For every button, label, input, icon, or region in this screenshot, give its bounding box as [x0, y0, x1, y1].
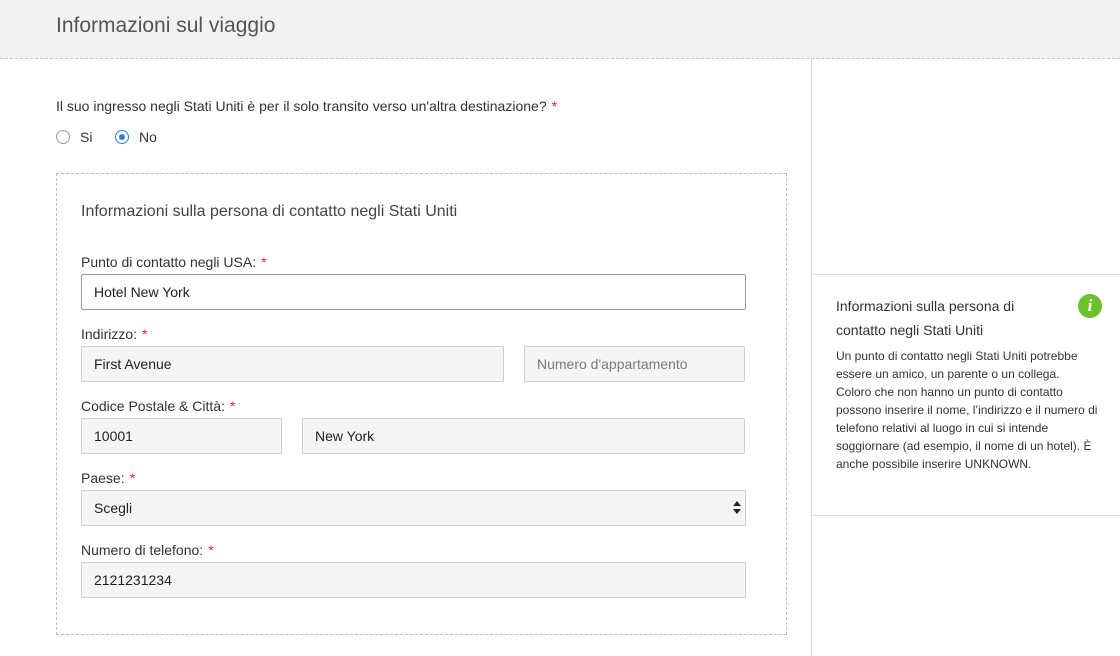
address-label-text: Indirizzo:: [81, 326, 138, 342]
help-panel-title: Informazioni sulla persona di contatto n…: [836, 298, 1015, 338]
radio-button-si[interactable]: [56, 130, 70, 144]
required-marker: *: [261, 254, 267, 270]
country-selected-value: Scegli: [94, 500, 133, 516]
phone-label-text: Numero di telefono:: [81, 542, 204, 558]
page-title: Informazioni sul viaggio: [56, 14, 276, 37]
page-header: Informazioni sul viaggio: [0, 0, 1120, 59]
point-of-contact-label-text: Punto di contatto negli USA:: [81, 254, 257, 270]
help-panel-text: Un punto di contatto negli Stati Uniti p…: [836, 349, 1098, 471]
radio-label-no: No: [139, 129, 157, 145]
country-label-text: Paese:: [81, 470, 125, 486]
point-of-contact-value: Hotel New York: [94, 284, 190, 300]
radio-label-si: Si: [80, 129, 93, 145]
postal-city-label: Codice Postale & Città: *: [81, 398, 235, 414]
city-value: New York: [315, 428, 375, 444]
postal-city-label-text: Codice Postale & Città:: [81, 398, 225, 414]
country-select[interactable]: Scegli: [81, 490, 746, 526]
phone-value: 2121231234: [94, 572, 172, 588]
required-marker: *: [551, 98, 558, 114]
required-marker: *: [142, 326, 148, 342]
address-input[interactable]: First Avenue: [81, 346, 504, 382]
postal-code-value: 10001: [94, 428, 133, 444]
address-label: Indirizzo: *: [81, 326, 147, 342]
phone-input[interactable]: 2121231234: [81, 562, 746, 598]
help-panel: Informazioni sulla persona di contatto n…: [812, 274, 1120, 516]
contact-section-title: Informazioni sulla persona di contatto n…: [81, 203, 458, 220]
point-of-contact-label: Punto di contatto negli USA: *: [81, 254, 267, 270]
transit-question-text: Il suo ingresso negli Stati Uniti è per …: [56, 98, 547, 114]
point-of-contact-input[interactable]: Hotel New York: [81, 274, 746, 310]
country-label: Paese: *: [81, 470, 135, 486]
transit-question: Il suo ingresso negli Stati Uniti è per …: [56, 98, 557, 114]
radio-button-no[interactable]: [115, 130, 129, 144]
phone-label: Numero di telefono: *: [81, 542, 214, 558]
address-value: First Avenue: [94, 356, 172, 372]
city-input[interactable]: New York: [302, 418, 745, 454]
required-marker: *: [129, 470, 136, 486]
contact-section: Informazioni sulla persona di contatto n…: [56, 173, 787, 635]
radio-option-no[interactable]: No: [115, 128, 165, 146]
apartment-number-placeholder: Numero d'appartamento: [537, 356, 688, 372]
select-arrows-icon: [733, 501, 741, 517]
radio-option-si[interactable]: Si: [56, 128, 96, 146]
apartment-number-input[interactable]: Numero d'appartamento: [524, 346, 745, 382]
info-icon: i: [1078, 294, 1102, 318]
postal-code-input[interactable]: 10001: [81, 418, 282, 454]
info-icon-glyph: i: [1087, 296, 1093, 315]
required-marker: *: [208, 542, 214, 558]
required-marker: *: [229, 398, 236, 414]
